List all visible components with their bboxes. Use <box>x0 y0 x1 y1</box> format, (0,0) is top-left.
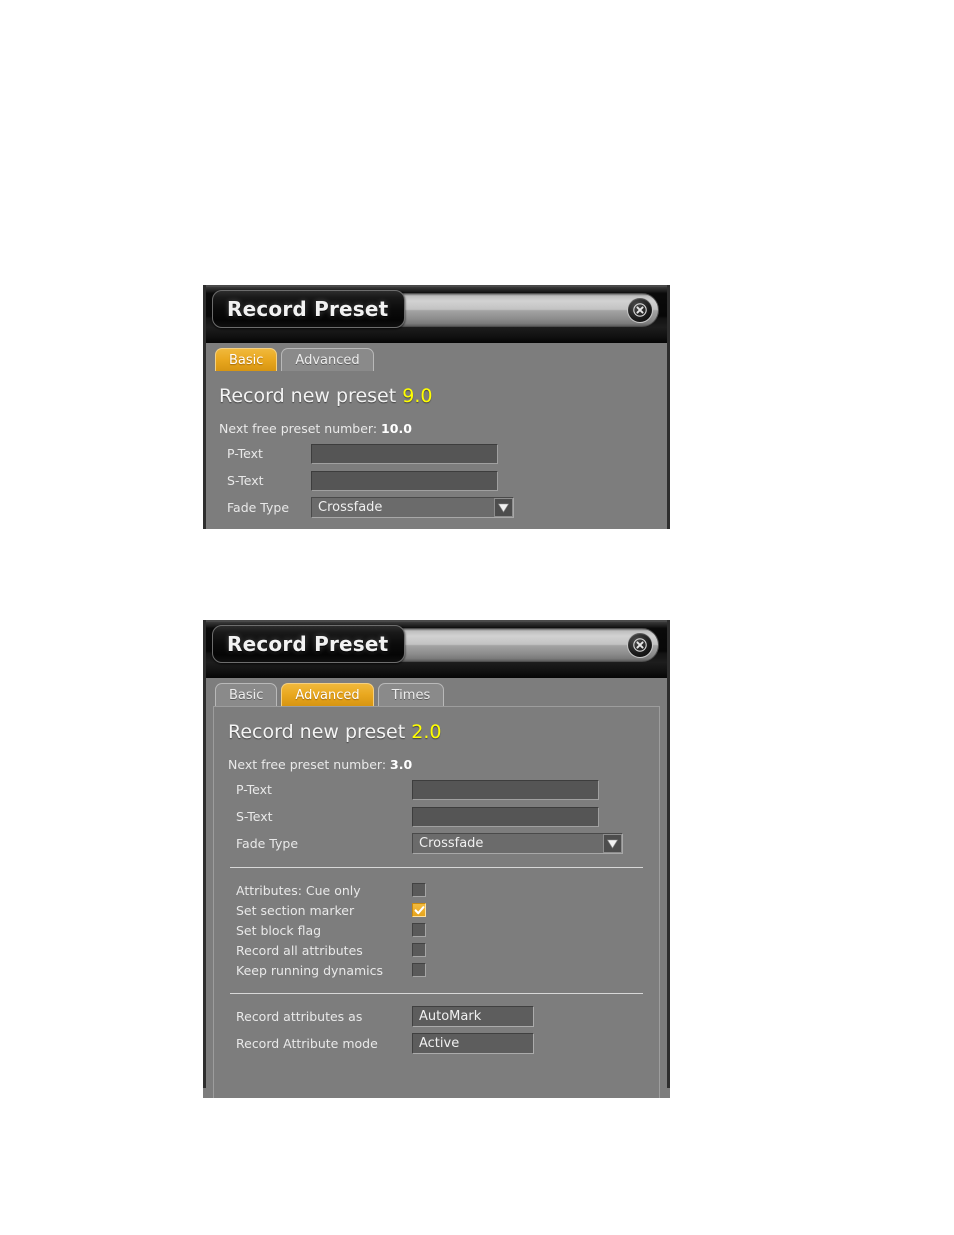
tab-basic-label: Basic <box>229 687 264 703</box>
dialog-content: Record new preset 2.0 Next free preset n… <box>203 706 670 1098</box>
record-attributes-as-label: Record attributes as <box>236 1009 363 1024</box>
fade-type-row: Fade Type Crossfade <box>219 497 654 518</box>
p-text-row: P-Text <box>228 779 645 800</box>
p-text-row: P-Text <box>219 443 654 464</box>
next-free-label: Next free preset number: <box>219 421 378 436</box>
preset-number: 2.0 <box>411 721 442 743</box>
page-title-text: Record new preset <box>219 385 397 407</box>
tab-basic-label: Basic <box>229 352 264 368</box>
fade-type-select[interactable]: Crossfade <box>412 833 623 854</box>
fade-type-value: Crossfade <box>318 500 383 515</box>
checkbox-set-section-marker[interactable] <box>412 903 426 917</box>
record-preset-dialog-basic[interactable]: Record Preset Basic Advanced Record new … <box>203 285 670 529</box>
record-attributes-as-row: Record attributes as AutoMark <box>228 1006 645 1027</box>
dialog-title: Record Preset <box>227 297 389 321</box>
fade-type-label: Fade Type <box>236 836 299 851</box>
tab-advanced-label: Advanced <box>295 687 360 703</box>
dialog-title-plate: Record Preset <box>212 290 406 328</box>
chevron-down-icon[interactable] <box>603 834 622 853</box>
next-free-preset: Next free preset number: 10.0 <box>219 421 654 436</box>
record-attribute-mode-value: Active <box>419 1036 460 1051</box>
checkbox-row-set-section-marker[interactable]: Set section marker <box>228 900 645 920</box>
checkbox-label: Set block flag <box>236 922 322 938</box>
s-text-row: S-Text <box>219 470 654 491</box>
page-title-text: Record new preset <box>228 721 406 743</box>
close-circle-icon[interactable] <box>627 297 653 323</box>
s-text-label: S-Text <box>236 809 273 824</box>
checkbox-row-record-all-attributes[interactable]: Record all attributes <box>228 940 645 960</box>
tab-basic[interactable]: Basic <box>215 683 278 706</box>
page-title: Record new preset 9.0 <box>219 385 654 407</box>
p-text-label: P-Text <box>236 782 272 797</box>
tab-basic[interactable]: Basic <box>215 348 278 371</box>
record-attribute-mode-select[interactable]: Active <box>412 1033 534 1054</box>
p-text-input[interactable] <box>311 443 498 464</box>
record-attributes-as-select[interactable]: AutoMark <box>412 1006 534 1027</box>
checkbox-keep-running-dynamics[interactable] <box>412 963 426 977</box>
record-attributes-as-value: AutoMark <box>419 1009 482 1024</box>
checkbox-set-block-flag[interactable] <box>412 923 426 937</box>
page-title: Record new preset 2.0 <box>228 721 645 743</box>
s-text-input[interactable] <box>412 806 599 827</box>
s-text-label: S-Text <box>227 473 264 488</box>
checkbox-row-attributes-cue-only[interactable]: Attributes: Cue only <box>228 880 645 900</box>
tab-times[interactable]: Times <box>377 683 445 706</box>
checkbox-label: Keep running dynamics <box>236 962 384 978</box>
advanced-panel: Record new preset 2.0 Next free preset n… <box>213 706 660 1098</box>
next-free-label: Next free preset number: <box>228 757 387 772</box>
record-attribute-mode-label: Record Attribute mode <box>236 1036 378 1051</box>
tab-bar[interactable]: Basic Advanced <box>203 343 670 371</box>
next-free-value: 10.0 <box>381 421 412 436</box>
divider-bottom <box>230 993 643 994</box>
checkbox-label: Record all attributes <box>236 942 363 958</box>
checkbox-label: Attributes: Cue only <box>236 882 361 898</box>
checkbox-row-keep-running-dynamics[interactable]: Keep running dynamics <box>228 960 645 980</box>
chevron-down-icon[interactable] <box>494 498 513 517</box>
dialog-title-plate: Record Preset <box>212 625 406 663</box>
s-text-row: S-Text <box>228 806 645 827</box>
next-free-preset: Next free preset number: 3.0 <box>228 757 645 772</box>
p-text-label: P-Text <box>227 446 263 461</box>
fade-type-value: Crossfade <box>419 836 484 851</box>
dialog-title: Record Preset <box>227 632 389 656</box>
dialog-titlebar[interactable]: Record Preset <box>203 620 670 678</box>
dialog-content: Record new preset 9.0 Next free preset n… <box>203 371 670 518</box>
fade-type-row: Fade Type Crossfade <box>228 833 645 854</box>
next-free-value: 3.0 <box>390 757 413 772</box>
record-attribute-mode-row: Record Attribute mode Active <box>228 1033 645 1054</box>
checkbox-label: Set section marker <box>236 902 355 918</box>
basic-panel: Record new preset 9.0 Next free preset n… <box>203 371 670 518</box>
tab-bar[interactable]: Basic Advanced Times <box>203 678 670 706</box>
checkbox-attributes-cue-only[interactable] <box>412 883 426 897</box>
dialog-titlebar[interactable]: Record Preset <box>203 285 670 343</box>
close-circle-icon[interactable] <box>627 632 653 658</box>
panel-bottom-spacer <box>228 1060 645 1086</box>
tab-advanced[interactable]: Advanced <box>281 683 374 706</box>
fade-type-select[interactable]: Crossfade <box>311 497 514 518</box>
preset-number: 9.0 <box>402 385 433 407</box>
tab-advanced[interactable]: Advanced <box>281 348 374 371</box>
divider-top <box>230 867 643 868</box>
fade-type-label: Fade Type <box>227 500 290 515</box>
p-text-input[interactable] <box>412 779 599 800</box>
record-preset-dialog-advanced[interactable]: Record Preset Basic Advanced Times Recor… <box>203 620 670 1098</box>
tab-times-label: Times <box>391 687 431 703</box>
checkbox-record-all-attributes[interactable] <box>412 943 426 957</box>
checkbox-row-set-block-flag[interactable]: Set block flag <box>228 920 645 940</box>
s-text-input[interactable] <box>311 470 498 491</box>
tab-advanced-label: Advanced <box>295 352 360 368</box>
